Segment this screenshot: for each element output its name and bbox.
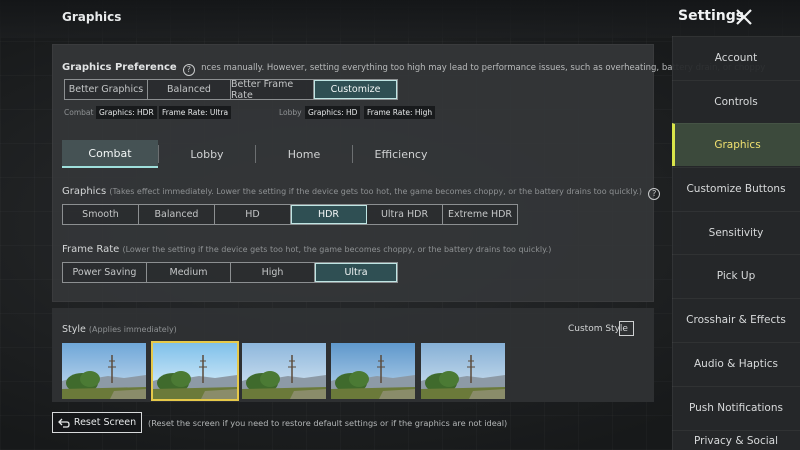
combat-graphics-tag: Graphics: HDR: [96, 106, 157, 119]
sidebar-item-audio-haptics[interactable]: Audio & Haptics: [672, 342, 800, 385]
frame-rate-note: (Lower the setting if the device gets to…: [122, 245, 552, 254]
graphics-option-extreme-hdr[interactable]: Extreme HDR: [443, 205, 517, 224]
tab-efficiency[interactable]: Efficiency: [353, 140, 449, 168]
graphics-preference-label: Graphics Preference: [62, 62, 177, 73]
frame-rate-selector: Power Saving Medium High Ultra: [62, 262, 398, 283]
sidebar-item-controls[interactable]: Controls: [672, 80, 800, 123]
frame-rate-option-power-saving[interactable]: Power Saving: [63, 263, 147, 282]
graphics-label: Graphics: [62, 186, 107, 197]
graphics-option-hdr[interactable]: HDR: [291, 205, 367, 224]
style-thumbnail[interactable]: [242, 343, 326, 399]
sidebar-item-push-notifications[interactable]: Push Notifications: [672, 386, 800, 429]
graphics-quality-selector: Smooth Balanced HD HDR Ultra HDR Extreme…: [62, 204, 518, 225]
page-title: Graphics: [62, 10, 122, 24]
mode-tabs: Combat Lobby Home Efficiency: [62, 140, 654, 168]
custom-style-checkbox[interactable]: [619, 321, 634, 336]
graphics-option-hd[interactable]: HD: [215, 205, 291, 224]
graphics-section-label: Graphics (Takes effect immediately. Lowe…: [62, 186, 663, 200]
landscape-preview: [242, 343, 326, 399]
sidebar-item-pick-up[interactable]: Pick Up: [672, 254, 800, 297]
pref-option-better-graphics[interactable]: Better Graphics: [65, 80, 148, 99]
combat-frame-rate-tag: Frame Rate: Ultra: [159, 106, 232, 119]
sidebar-item-privacy-social[interactable]: Privacy & Social: [672, 430, 800, 450]
landscape-preview: [153, 343, 237, 399]
lobby-summary-label: Lobby: [279, 108, 302, 117]
undo-icon: [57, 418, 70, 428]
sidebar-item-account[interactable]: Account: [672, 36, 800, 79]
reset-screen-button[interactable]: Reset Screen: [52, 412, 142, 433]
reset-screen-note: (Reset the screen if you need to restore…: [148, 418, 508, 428]
sidebar-item-customize-buttons[interactable]: Customize Buttons: [672, 167, 800, 210]
style-thumbnail[interactable]: [151, 341, 239, 401]
pref-option-balanced[interactable]: Balanced: [148, 80, 231, 99]
graphics-preference-row: Graphics Preference ? nces manually. How…: [62, 62, 765, 76]
lobby-graphics-tag: Graphics: HD: [305, 106, 361, 119]
style-thumbnail[interactable]: [62, 343, 146, 399]
style-section-label: Style (Applies immediately): [62, 324, 177, 335]
style-thumbnail[interactable]: [331, 343, 415, 399]
frame-rate-section-label: Frame Rate (Lower the setting if the dev…: [62, 244, 551, 255]
style-thumbnail[interactable]: [421, 343, 505, 399]
graphics-preference-selector: Better Graphics Balanced Better Frame Ra…: [64, 79, 398, 101]
frame-rate-label: Frame Rate: [62, 244, 120, 255]
frame-rate-option-high[interactable]: High: [231, 263, 315, 282]
tab-home[interactable]: Home: [256, 140, 352, 168]
graphics-note: (Takes effect immediately. Lower the set…: [109, 187, 643, 196]
lobby-frame-rate-tag: Frame Rate: High: [364, 106, 436, 119]
landscape-preview: [62, 343, 146, 399]
graphics-option-balanced[interactable]: Balanced: [139, 205, 215, 224]
combat-summary-label: Combat: [64, 108, 94, 117]
help-icon[interactable]: ?: [182, 64, 195, 76]
landscape-preview: [421, 343, 505, 399]
style-note: (Applies immediately): [88, 325, 177, 334]
pref-option-customize[interactable]: Customize: [314, 80, 397, 99]
graphics-option-ultra-hdr[interactable]: Ultra HDR: [367, 205, 443, 224]
sidebar-item-sensitivity[interactable]: Sensitivity: [672, 211, 800, 254]
landscape-preview: [331, 343, 415, 399]
reset-screen-label: Reset Screen: [73, 417, 137, 428]
pref-option-better-frame-rate[interactable]: Better Frame Rate: [231, 79, 314, 101]
sidebar-item-graphics[interactable]: Graphics: [672, 123, 800, 166]
tab-lobby[interactable]: Lobby: [159, 140, 255, 168]
help-icon[interactable]: ?: [648, 188, 661, 200]
frame-rate-option-medium[interactable]: Medium: [147, 263, 231, 282]
close-icon[interactable]: [734, 7, 754, 27]
graphics-option-smooth[interactable]: Smooth: [63, 205, 139, 224]
tab-combat[interactable]: Combat: [62, 140, 158, 168]
sidebar-item-crosshair-effects[interactable]: Crosshair & Effects: [672, 298, 800, 341]
frame-rate-option-ultra[interactable]: Ultra: [315, 263, 397, 282]
style-label: Style: [62, 324, 86, 335]
